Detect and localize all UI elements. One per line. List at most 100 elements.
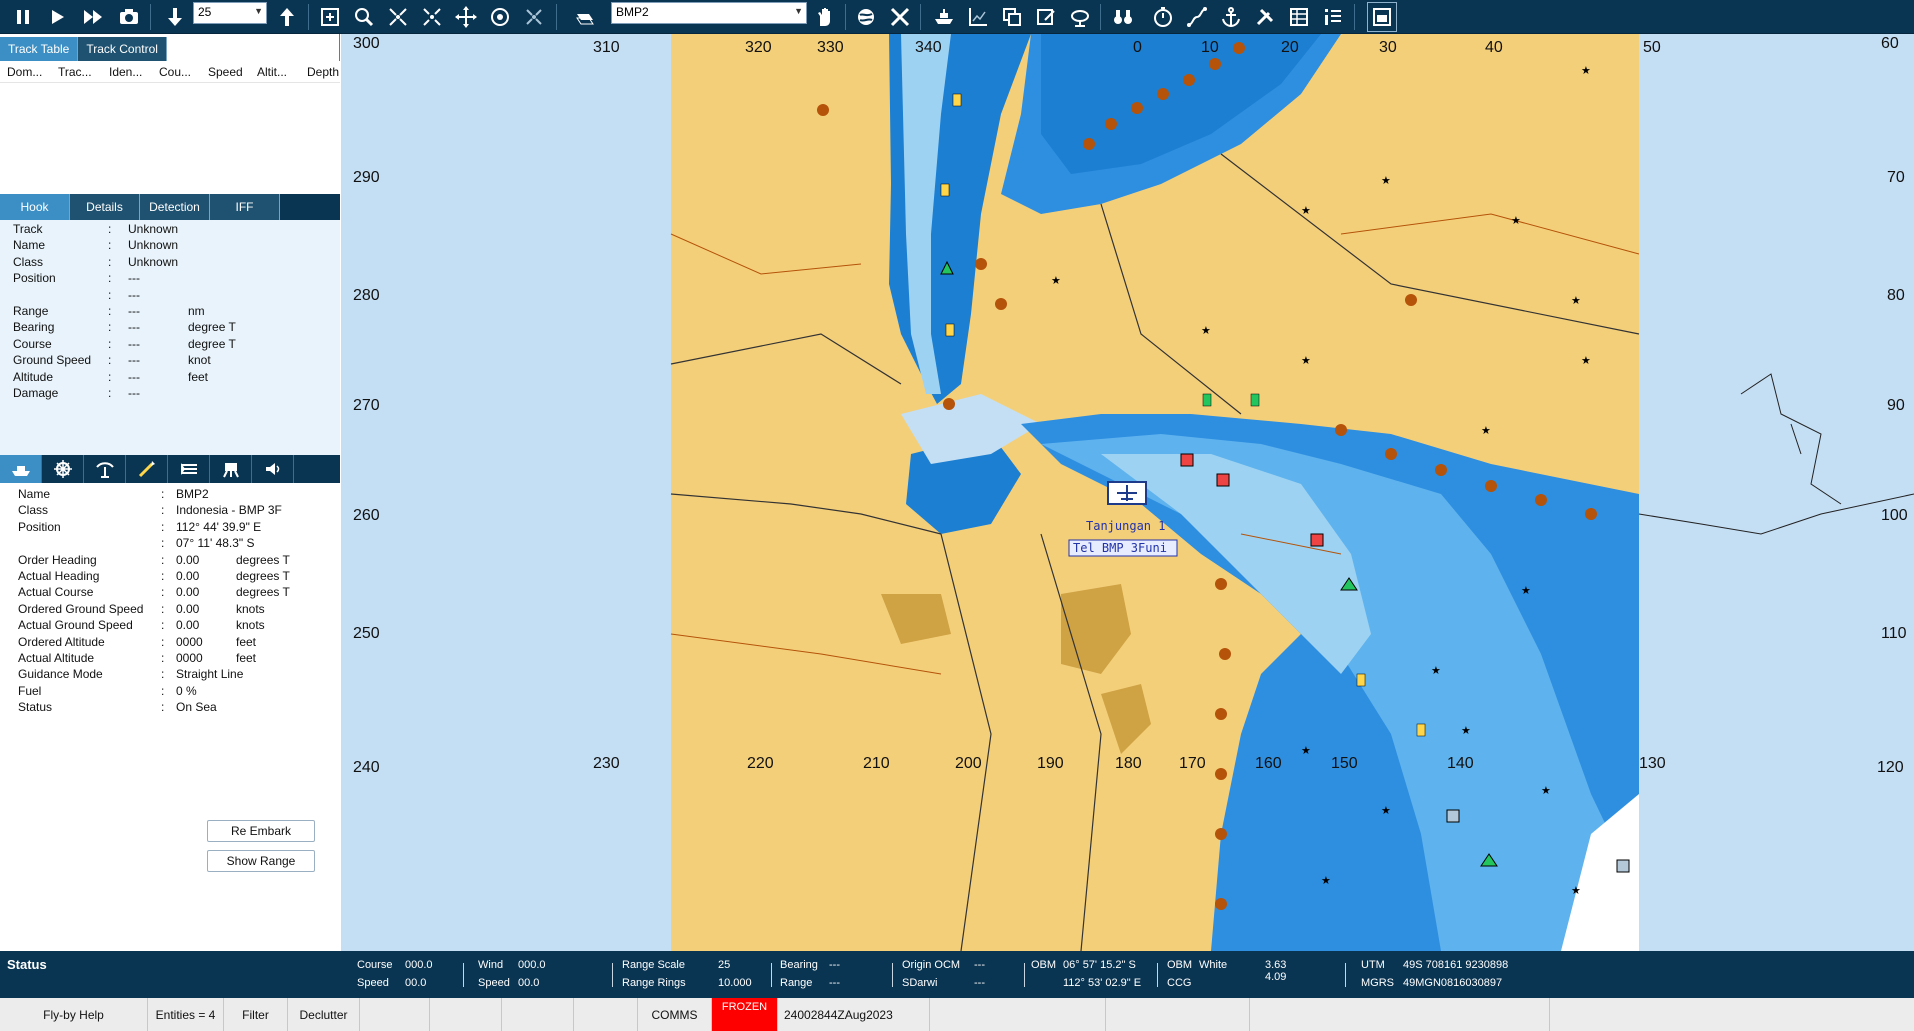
- range-ring-label: 170: [1179, 755, 1206, 772]
- obm-longitude: 112° 53' 02.9" E: [1063, 977, 1142, 989]
- camera-icon[interactable]: [114, 2, 144, 32]
- entity-row-value: 0.00: [176, 569, 200, 583]
- column-header-speed[interactable]: Speed: [201, 65, 250, 79]
- edit-area-icon[interactable]: [1031, 2, 1061, 32]
- hook-row-unit: nm: [188, 304, 205, 318]
- time-factor-value: 25: [198, 5, 212, 19]
- tab-hook[interactable]: Hook: [0, 194, 70, 220]
- range-ring-label: 340: [915, 39, 942, 56]
- ship-icon[interactable]: [929, 2, 959, 32]
- tools-cross-icon[interactable]: [885, 2, 915, 32]
- hook-row-label: Track: [13, 222, 43, 236]
- anchor-icon[interactable]: [1216, 2, 1246, 32]
- range-ring-label: 330: [817, 39, 844, 56]
- column-header-track[interactable]: Trac...: [51, 65, 102, 79]
- reset-zoom-icon[interactable]: [519, 2, 549, 32]
- globe-icon[interactable]: [851, 2, 881, 32]
- range-ring-label: 20: [1281, 39, 1299, 56]
- svg-text:★: ★: [1581, 354, 1591, 367]
- center-icon[interactable]: [485, 2, 515, 32]
- entity-select[interactable]: BMP2 ▼: [611, 2, 807, 24]
- entity-row-label: Position: [18, 519, 61, 534]
- range-ring-label: 120: [1877, 759, 1904, 776]
- column-header-depth[interactable]: Depth: [300, 65, 340, 79]
- sensor-tab-icon[interactable]: [210, 455, 252, 483]
- bottom-bar: Fly-by Help Entities = 4 Filter Declutte…: [0, 998, 1914, 1031]
- entity-icon-tabbar: [0, 455, 340, 483]
- hook-row-unit: knot: [188, 353, 211, 368]
- screenshot-window-icon[interactable]: [1367, 2, 1397, 32]
- route-icon[interactable]: [1182, 2, 1212, 32]
- comms-indicator[interactable]: COMMS: [638, 998, 712, 1031]
- track-tabbar: Track Table Track Control: [0, 37, 340, 61]
- copy-icon[interactable]: [997, 2, 1027, 32]
- wrench-icon[interactable]: [1250, 2, 1280, 32]
- entity-row-value: 0000: [176, 634, 203, 649]
- weapon-tab-icon[interactable]: [126, 455, 168, 483]
- comms-tab-icon[interactable]: [252, 455, 294, 483]
- zoom-icon[interactable]: [349, 2, 379, 32]
- entity-row-unit: feet: [236, 634, 257, 649]
- table-list-icon[interactable]: [1284, 2, 1314, 32]
- pan-icon[interactable]: [451, 2, 481, 32]
- binoculars-icon[interactable]: [1108, 2, 1138, 32]
- column-header-identity[interactable]: Iden...: [102, 65, 152, 79]
- tactical-map[interactable]: ★ ★ ★ ★ ★ ★ ★ ★ ★ ★ ★ ★ ★ ★ ★ ★ ★ ★ 300 310 320 330 340 0…: [341, 34, 1914, 951]
- declutter-button[interactable]: Declutter: [288, 998, 360, 1031]
- slower-icon[interactable]: [160, 2, 190, 32]
- hand-icon[interactable]: [810, 2, 840, 32]
- range-label: Range: [780, 977, 813, 989]
- helm-tab-icon[interactable]: [42, 455, 84, 483]
- entity-select-value: BMP2: [616, 5, 649, 19]
- chart-axes-icon[interactable]: [963, 2, 993, 32]
- launcher-tab-icon[interactable]: [168, 455, 210, 483]
- hook-row-label: Position: [13, 271, 56, 286]
- tab-track-table[interactable]: Track Table: [0, 37, 79, 61]
- radar-tab-icon[interactable]: [84, 455, 126, 483]
- svg-text:★: ★: [1381, 804, 1391, 817]
- entity-row-value: 0000: [176, 651, 203, 665]
- range-ring-label: 80: [1887, 287, 1905, 304]
- re-embark-button[interactable]: Re Embark: [207, 820, 315, 842]
- hook-row-colon: :: [108, 353, 112, 368]
- svg-text:★: ★: [1581, 64, 1591, 77]
- tab-detection[interactable]: Detection: [140, 194, 210, 220]
- svg-text:★: ★: [1461, 724, 1471, 737]
- speed-value: 00.0: [405, 977, 427, 989]
- radar-dish-icon[interactable]: [1065, 2, 1095, 32]
- time-factor-select[interactable]: 25 ▼: [193, 2, 267, 24]
- column-header-domain[interactable]: Dom...: [0, 65, 51, 79]
- entity-row-unit: feet: [236, 651, 257, 665]
- ship-tab-icon[interactable]: [0, 455, 42, 483]
- zoom-extent-icon[interactable]: [315, 2, 345, 32]
- fast-forward-icon[interactable]: [78, 2, 108, 32]
- stopwatch-icon[interactable]: [1148, 2, 1178, 32]
- unit-label-bmp: Tel BMP 3Funi: [1073, 541, 1167, 555]
- info-list-icon[interactable]: [1318, 2, 1348, 32]
- zoom-in-icon[interactable]: [383, 2, 413, 32]
- entity-row-unit: knots: [236, 601, 265, 616]
- filter-button[interactable]: Filter: [224, 998, 288, 1031]
- entity-row-value: Indonesia - BMP 3F: [176, 503, 282, 518]
- entity-row-label: Actual Altitude: [18, 651, 95, 665]
- frozen-indicator: FROZEN: [712, 998, 778, 1031]
- pause-icon[interactable]: [8, 2, 38, 32]
- entity-row-colon: :: [161, 503, 165, 518]
- column-header-altitude[interactable]: Altit...: [250, 65, 300, 79]
- layers-icon[interactable]: [570, 2, 600, 32]
- svg-text:★: ★: [1321, 874, 1331, 887]
- range-ring-label: 50: [1643, 39, 1661, 56]
- entity-row-label: Order Heading: [18, 552, 97, 567]
- hook-row-unit: feet: [188, 369, 209, 384]
- tab-iff[interactable]: IFF: [210, 194, 280, 220]
- play-icon[interactable]: [42, 2, 72, 32]
- tab-details[interactable]: Details: [70, 194, 140, 220]
- column-header-course[interactable]: Cou...: [152, 65, 201, 79]
- zoom-out-icon[interactable]: [417, 2, 447, 32]
- tab-track-control[interactable]: Track Control: [78, 37, 167, 61]
- fly-by-help-button[interactable]: Fly-by Help: [0, 998, 148, 1031]
- show-range-button[interactable]: Show Range: [207, 850, 315, 872]
- range-ring-label: 250: [353, 625, 380, 642]
- hook-row-value: ---: [128, 336, 140, 351]
- faster-icon[interactable]: [272, 2, 302, 32]
